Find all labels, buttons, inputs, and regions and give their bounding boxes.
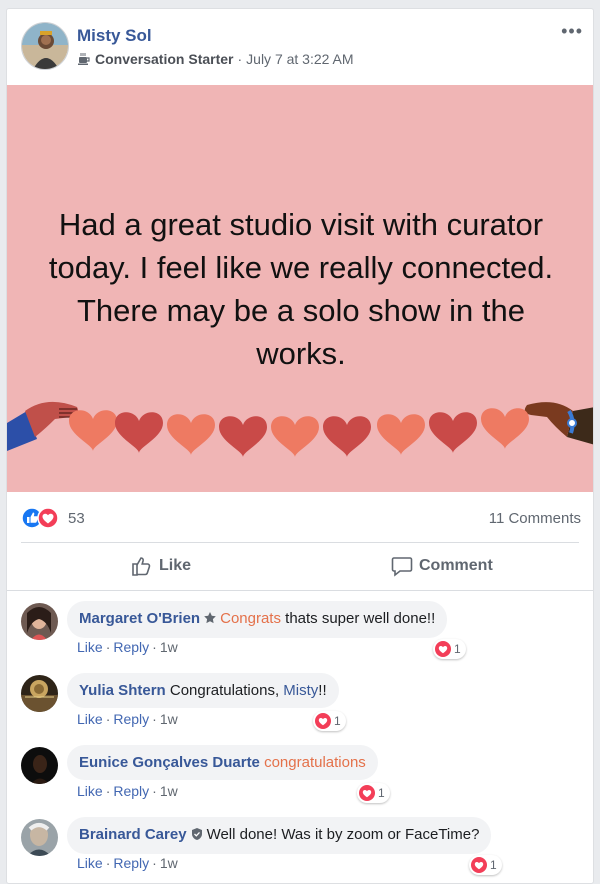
comment-button[interactable]: Comment [391,555,493,577]
comment-item: Eunice Gonçalves Duarte congratulations … [7,737,593,809]
post-text: Had a great studio visit with curator to… [48,207,554,371]
right-hand-shape [524,402,573,437]
comment-reaction-count: 1 [490,858,497,872]
heart-chain [69,408,529,457]
reactions-summary: 53 11 Comments [7,492,593,544]
love-reaction-icon [435,641,451,657]
comment-item: Yulia Shtern Congratulations, Misty!! 1 … [7,665,593,737]
more-options-icon[interactable]: ••• [561,21,583,42]
hearts-illustration [7,401,593,457]
comment-highlight-text: congratulations [264,754,366,771]
post-background: Had a great studio visit with curator to… [7,85,593,492]
comment-reply-link[interactable]: Reply [113,639,149,655]
commenter-avatar[interactable] [21,603,58,640]
speech-bubble-icon [391,557,413,577]
comment-reaction-pill[interactable]: 1 [469,855,502,875]
comment-item: Margaret O'Brien Congrats thats super wel… [7,593,593,665]
comment-time[interactable]: 1w [160,783,178,799]
like-love-reactions-icon[interactable] [21,507,61,529]
comment-actions: Like · Reply · 1w [77,639,178,655]
commenter-name[interactable]: Yulia Shtern [79,682,166,699]
meta-separator: · [237,51,243,67]
coffee-cup-icon [77,52,91,66]
comment-like-link[interactable]: Like [77,783,103,799]
star-badge-icon [203,611,217,630]
comment-text: Congratulations, [169,682,284,699]
comment-bubble: Margaret O'Brien Congrats thats super wel… [67,601,448,638]
comments-divider [7,590,593,591]
comment-reaction-count: 1 [454,642,461,656]
comment-button-label: Comment [419,557,493,574]
comment-like-link[interactable]: Like [77,639,103,655]
comment-item: Brainard Carey Well done! Was it by zoom … [7,809,593,881]
comment-text: thats super well done!! [280,610,436,627]
commenter-avatar[interactable] [21,675,58,712]
comment-reaction-pill[interactable]: 1 [313,711,346,731]
love-reaction-icon [471,857,487,873]
comment-reaction-pill[interactable]: 1 [433,639,466,659]
comment-bubble: Yulia Shtern Congratulations, Misty!! [67,673,339,708]
comment-bubble: Brainard Carey Well done! Was it by zoom … [67,817,492,854]
reaction-count[interactable]: 53 [68,510,85,527]
post-timestamp[interactable]: July 7 at 3:22 AM [246,51,353,67]
comment-time[interactable]: 1w [160,855,178,871]
comment-text-tail: !! [318,682,327,699]
author-avatar[interactable] [21,22,69,70]
post-header: Misty Sol Conversation Starter · July 7 … [7,9,593,85]
commenter-avatar[interactable] [21,747,58,784]
commenter-name[interactable]: Brainard Carey [79,826,187,843]
comment-text: Well done! Was it by zoom or FaceTime? [206,826,480,843]
commenter-name[interactable]: Eunice Gonçalves Duarte [79,754,260,771]
comment-reaction-count: 1 [378,786,385,800]
comment-reply-link[interactable]: Reply [113,711,149,727]
commenter-name[interactable]: Margaret O'Brien [79,610,200,627]
love-reaction-icon [315,713,331,729]
comment-time[interactable]: 1w [160,711,178,727]
post-card: Misty Sol Conversation Starter · July 7 … [6,8,594,884]
conversation-starter-badge: Conversation Starter [95,51,234,67]
post-meta: Conversation Starter · July 7 at 3:22 AM [77,51,354,67]
comments-count-link[interactable]: 11 Comments [489,510,581,527]
comment-reaction-pill[interactable]: 1 [357,783,390,803]
comment-mention-link[interactable]: Misty [283,682,318,699]
comment-highlight-text: Congrats [220,610,281,627]
like-button[interactable]: Like [131,555,191,577]
author-name[interactable]: Misty Sol [77,26,152,46]
comment-bubble: Eunice Gonçalves Duarte congratulations [67,745,378,780]
comment-actions: Like · Reply · 1w [77,855,178,871]
stats-divider [21,542,579,543]
comment-reaction-count: 1 [334,714,341,728]
shield-badge-icon [190,827,204,846]
comment-reply-link[interactable]: Reply [113,855,149,871]
comment-reply-link[interactable]: Reply [113,783,149,799]
love-reaction-icon [359,785,375,801]
commenter-avatar[interactable] [21,819,58,856]
comment-actions: Like · Reply · 1w [77,783,178,799]
post-actions: Like Comment [7,545,593,589]
comment-actions: Like · Reply · 1w [77,711,178,727]
like-button-label: Like [159,557,192,574]
thumbs-up-icon [132,557,151,576]
comment-time[interactable]: 1w [160,639,178,655]
comment-like-link[interactable]: Like [77,855,103,871]
comment-like-link[interactable]: Like [77,711,103,727]
